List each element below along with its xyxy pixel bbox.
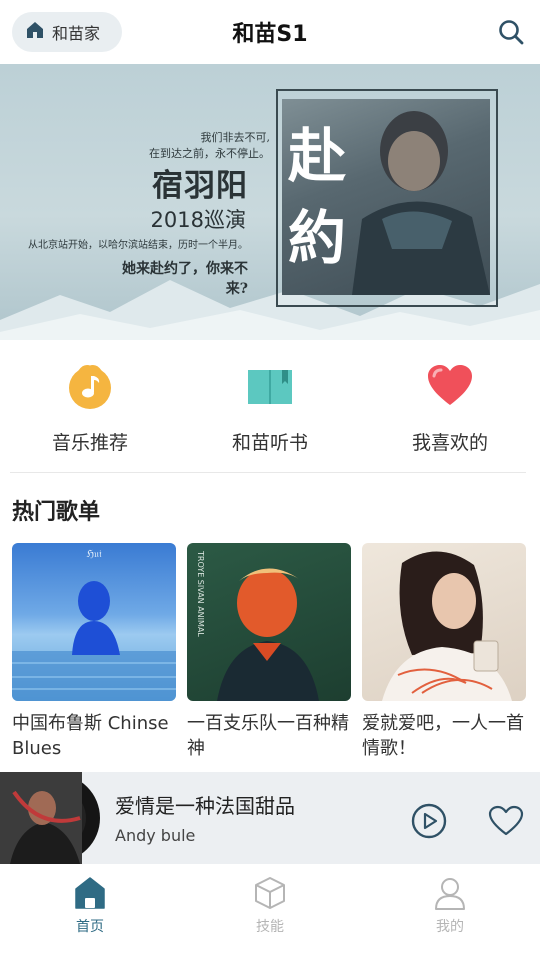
hot-playlists-title: 热门歌单 <box>12 500 101 525</box>
app-header: 和苗家 和苗S1 <box>0 0 540 64</box>
mini-player[interactable]: 爱情是一种法国甜品 Andy bule <box>0 772 540 864</box>
home-icon <box>73 876 107 910</box>
heart-outline-icon <box>488 805 524 841</box>
search-icon <box>496 20 526 51</box>
banner-route-text: 从北京站开始，以哈尔滨站结束，历时一个半月。 <box>28 240 248 251</box>
banner-poem: 我们非去不可, 在到达之前，永不停止。 <box>120 130 270 162</box>
playlist-name: 中国布鲁斯 Chinse Blues <box>12 713 169 759</box>
banner-tour-title: 2018巡演 <box>150 208 246 232</box>
cover-art-singer <box>382 551 512 701</box>
music-note-icon <box>66 362 114 410</box>
banner-poem-line1: 我们非去不可, <box>200 131 271 144</box>
playlist-card[interactable]: ℌ𝔲𝔦 中国布鲁斯 Chinse Blues <box>12 543 176 761</box>
now-playing-song: 爱情是一种法国甜品 <box>115 794 295 818</box>
shortcut-row: 音乐推荐 和苗听书 我喜欢的 <box>0 340 540 472</box>
banner-singer-name: 宿羽阳 <box>152 168 248 204</box>
cover-art-blue-figure <box>12 581 176 701</box>
tab-label: 首页 <box>76 919 104 935</box>
cover-text: TROYE SIVAN ANIMAL <box>196 551 205 637</box>
section-divider <box>10 472 526 473</box>
book-icon <box>246 362 294 410</box>
bottom-tab-bar: 首页 技能 我的 <box>0 864 540 960</box>
shortcut-audiobook[interactable]: 和苗听书 <box>180 340 360 472</box>
promo-banner[interactable]: 我们非去不可, 在到达之前，永不停止。 宿羽阳 2018巡演 从北京站开始，以哈… <box>0 64 540 340</box>
playlist-cover: ℌ𝔲𝔦 <box>12 543 176 701</box>
now-playing-artist: Andy bule <box>115 826 196 845</box>
play-button[interactable] <box>411 803 447 839</box>
tab-skills[interactable]: 技能 <box>180 864 360 960</box>
banner-invite-text: 她来赴约了，你来不来? <box>122 261 248 297</box>
shortcut-favorites[interactable]: 我喜欢的 <box>360 340 540 472</box>
now-playing-album-disc <box>0 772 100 864</box>
playlist-card[interactable]: TROYE SIVAN ANIMAL 一百支乐队一百种精神 <box>187 543 351 761</box>
playlist-name: 爱就爱吧，一人一首情歌！ <box>362 713 524 759</box>
page-title: 和苗S1 <box>232 22 308 47</box>
playlist-cover <box>362 543 526 701</box>
banner-artist-photo: 赴 約 <box>282 99 490 295</box>
tab-label: 我的 <box>436 919 464 935</box>
person-icon <box>433 876 467 910</box>
tab-home[interactable]: 首页 <box>0 864 180 960</box>
playlist-name: 一百支乐队一百种精神 <box>187 713 349 759</box>
shortcut-label: 和苗听书 <box>231 432 308 454</box>
tab-profile[interactable]: 我的 <box>360 864 540 960</box>
banner-calligraphy-2: 約 <box>288 204 347 272</box>
shortcut-label: 我喜欢的 <box>411 432 488 454</box>
playlist-cover: TROYE SIVAN ANIMAL <box>187 543 351 701</box>
heart-icon <box>426 362 474 410</box>
shortcut-label: 音乐推荐 <box>51 432 128 454</box>
cover-text: ℌ𝔲𝔦 <box>86 549 102 560</box>
cover-art-portrait <box>217 568 319 701</box>
banner-calligraphy-1: 赴 <box>288 122 347 190</box>
search-button[interactable] <box>496 17 526 47</box>
playlist-card[interactable]: 爱就爱吧，一人一首情歌！ <box>362 543 526 761</box>
shortcut-music-recommend[interactable]: 音乐推荐 <box>0 340 180 472</box>
play-icon <box>411 803 447 843</box>
like-button[interactable] <box>488 805 524 837</box>
cube-icon <box>253 876 287 910</box>
tab-label: 技能 <box>256 919 284 935</box>
